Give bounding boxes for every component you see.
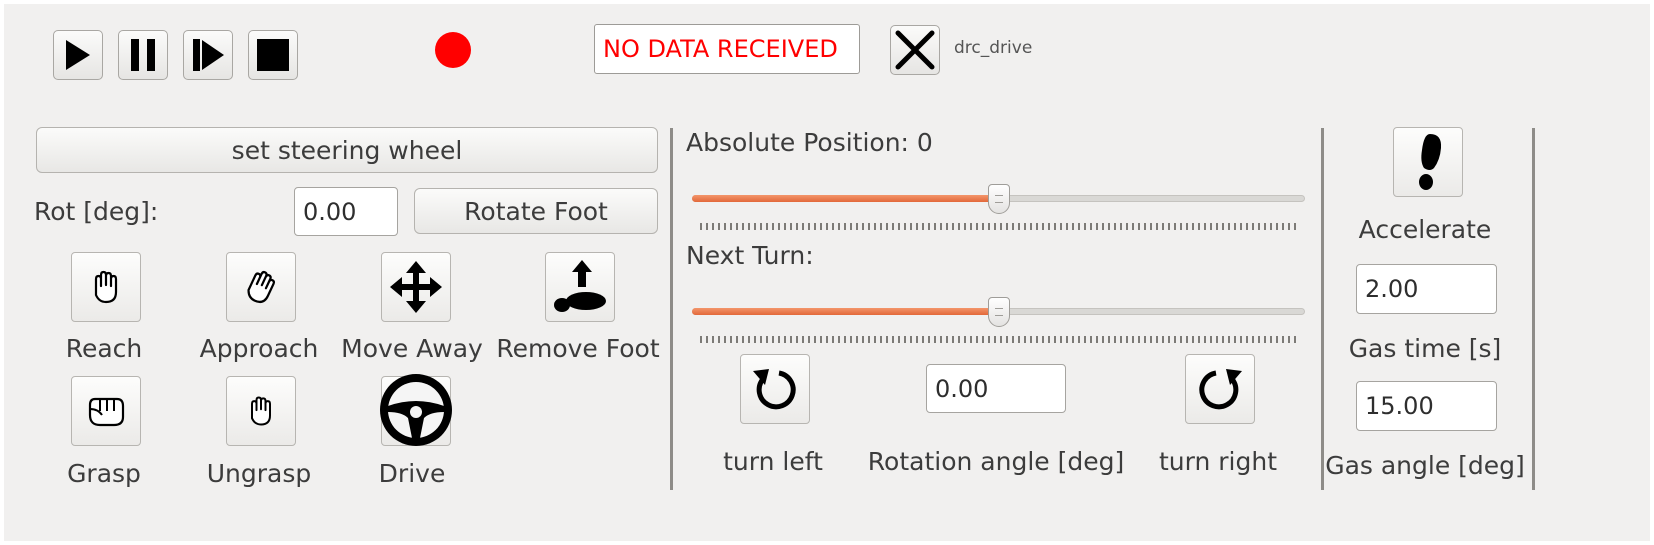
absolute-position-slider[interactable] bbox=[692, 184, 1305, 214]
ungrasp-button[interactable] bbox=[226, 376, 296, 446]
accelerate-button[interactable] bbox=[1393, 127, 1463, 197]
set-steering-wheel-button[interactable]: set steering wheel bbox=[36, 127, 658, 173]
play-icon bbox=[66, 40, 90, 70]
close-button[interactable] bbox=[890, 25, 940, 75]
drive-label: Drive bbox=[378, 459, 446, 488]
move-away-button[interactable] bbox=[381, 252, 451, 322]
pause-button[interactable] bbox=[118, 30, 168, 80]
turn-right-label: turn right bbox=[1158, 447, 1278, 476]
pause-icon bbox=[131, 39, 155, 71]
ungrasp-label: Ungrasp bbox=[206, 459, 312, 488]
step-button[interactable] bbox=[183, 30, 233, 80]
fist-icon bbox=[88, 397, 125, 427]
move-arrows-icon bbox=[390, 261, 442, 313]
grasp-button[interactable] bbox=[71, 376, 141, 446]
rotate-right-icon bbox=[1199, 369, 1242, 410]
status-box: NO DATA RECEIVED bbox=[594, 24, 860, 74]
plugin-name: drc_drive bbox=[954, 38, 1033, 58]
foot-up-arrow-icon bbox=[554, 260, 606, 312]
grasp-label: Grasp bbox=[67, 459, 141, 488]
drc-drive-panel: NO DATA RECEIVED drc_drive set steering … bbox=[4, 4, 1650, 541]
next-turn-label: Next Turn: bbox=[686, 241, 814, 270]
next-turn-slider[interactable] bbox=[692, 297, 1305, 327]
slider-fill bbox=[692, 195, 999, 202]
gas-time-input[interactable]: 2.00 bbox=[1356, 264, 1497, 314]
rot-input[interactable]: 0.00 bbox=[294, 187, 398, 236]
approach-label: Approach bbox=[199, 334, 319, 363]
turn-left-button[interactable] bbox=[740, 354, 810, 424]
gas-angle-label: Gas angle [deg] bbox=[1325, 451, 1525, 480]
slider-fill bbox=[692, 308, 999, 315]
reach-label: Reach bbox=[65, 334, 143, 363]
stop-icon bbox=[257, 39, 289, 71]
play-button[interactable] bbox=[53, 30, 103, 80]
approach-button[interactable] bbox=[226, 252, 296, 322]
separator bbox=[1321, 128, 1324, 490]
gas-time-label: Gas time [s] bbox=[1348, 334, 1502, 363]
gas-angle-input[interactable]: 15.00 bbox=[1356, 381, 1497, 431]
step-forward-icon bbox=[193, 39, 224, 71]
drive-button[interactable] bbox=[380, 374, 452, 446]
remove-foot-button[interactable] bbox=[545, 252, 615, 322]
steering-wheel-icon bbox=[380, 374, 452, 446]
remove-foot-label: Remove Foot bbox=[496, 334, 660, 363]
record-indicator bbox=[435, 32, 471, 68]
move-away-label: Move Away bbox=[341, 334, 483, 363]
slider-handle[interactable] bbox=[987, 184, 1010, 214]
slider-handle[interactable] bbox=[987, 297, 1010, 327]
turn-right-button[interactable] bbox=[1185, 354, 1255, 424]
rotate-foot-button[interactable]: Rotate Foot bbox=[414, 188, 658, 234]
separator bbox=[1532, 128, 1535, 490]
footprint-icon bbox=[1419, 134, 1442, 190]
release-hand-icon bbox=[251, 396, 271, 426]
rotation-angle-input[interactable]: 0.00 bbox=[926, 364, 1066, 413]
status-text: NO DATA RECEIVED bbox=[603, 35, 838, 63]
absolute-position-label: Absolute Position: 0 bbox=[686, 128, 933, 157]
stop-button[interactable] bbox=[248, 30, 298, 80]
turn-left-label: turn left bbox=[723, 447, 823, 476]
rotate-left-icon bbox=[753, 369, 796, 410]
slider-ticks bbox=[700, 223, 1298, 230]
close-icon bbox=[895, 30, 935, 70]
slider-ticks bbox=[700, 336, 1298, 343]
rot-label: Rot [deg]: bbox=[34, 197, 159, 226]
separator bbox=[670, 128, 673, 490]
rotation-angle-label: Rotation angle [deg] bbox=[867, 447, 1125, 476]
open-hand-icon bbox=[94, 270, 118, 304]
reach-button[interactable] bbox=[71, 252, 141, 322]
accelerate-label: Accelerate bbox=[1358, 215, 1492, 244]
approach-hand-icon bbox=[247, 270, 275, 303]
